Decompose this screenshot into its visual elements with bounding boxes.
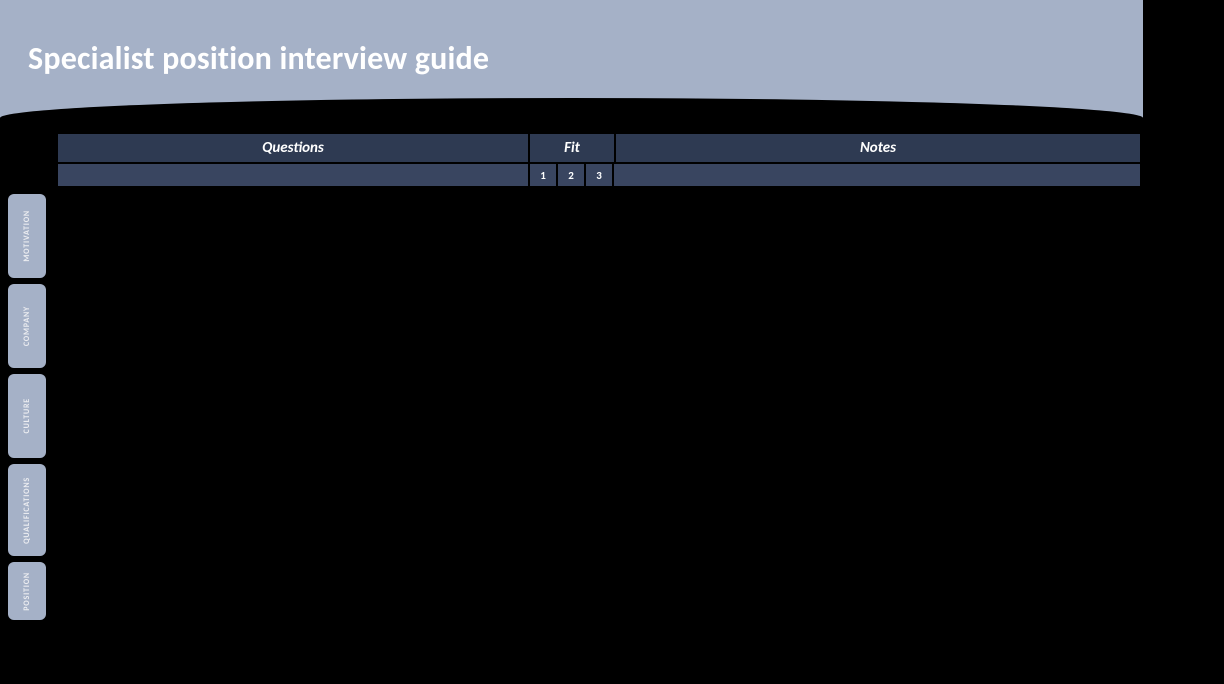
column-header-questions: Questions — [58, 134, 528, 162]
sidebar-tab-label: CULTURE — [22, 398, 32, 433]
subheader-fit-3: 3 — [586, 164, 612, 186]
column-header-notes: Notes — [616, 134, 1140, 162]
interview-table: Questions Fit Notes 1 2 3 — [58, 134, 1140, 186]
table-header-row: Questions Fit Notes — [58, 134, 1140, 162]
subheader-questions-spacer — [58, 164, 528, 186]
sidebar-tab-label: COMPANY — [22, 306, 32, 346]
table-subheader-row: 1 2 3 — [58, 164, 1140, 186]
header-banner: Specialist position interview guide — [0, 0, 1143, 120]
sidebar-tab-motivation[interactable]: MOTIVATION — [8, 194, 46, 278]
subheader-fit-1: 1 — [530, 164, 556, 186]
page-title: Specialist position interview guide — [28, 39, 489, 78]
banner-curve-decoration — [0, 98, 1143, 120]
sidebar-tab-company[interactable]: COMPANY — [8, 284, 46, 368]
category-sidebar: MOTIVATION COMPANY CULTURE QUALIFICATION… — [8, 194, 46, 620]
sidebar-tab-label: QUALIFICATIONS — [22, 477, 32, 544]
sidebar-tab-qualifications[interactable]: QUALIFICATIONS — [8, 464, 46, 556]
subheader-notes-spacer — [614, 164, 1140, 186]
content-stage: MOTIVATION COMPANY CULTURE QUALIFICATION… — [0, 120, 1224, 684]
sidebar-tab-label: MOTIVATION — [22, 210, 32, 262]
sidebar-tab-culture[interactable]: CULTURE — [8, 374, 46, 458]
sidebar-tab-position[interactable]: POSITION — [8, 562, 46, 620]
sidebar-tab-label: POSITION — [22, 572, 32, 611]
subheader-fit-2: 2 — [558, 164, 584, 186]
column-header-fit: Fit — [530, 134, 614, 162]
